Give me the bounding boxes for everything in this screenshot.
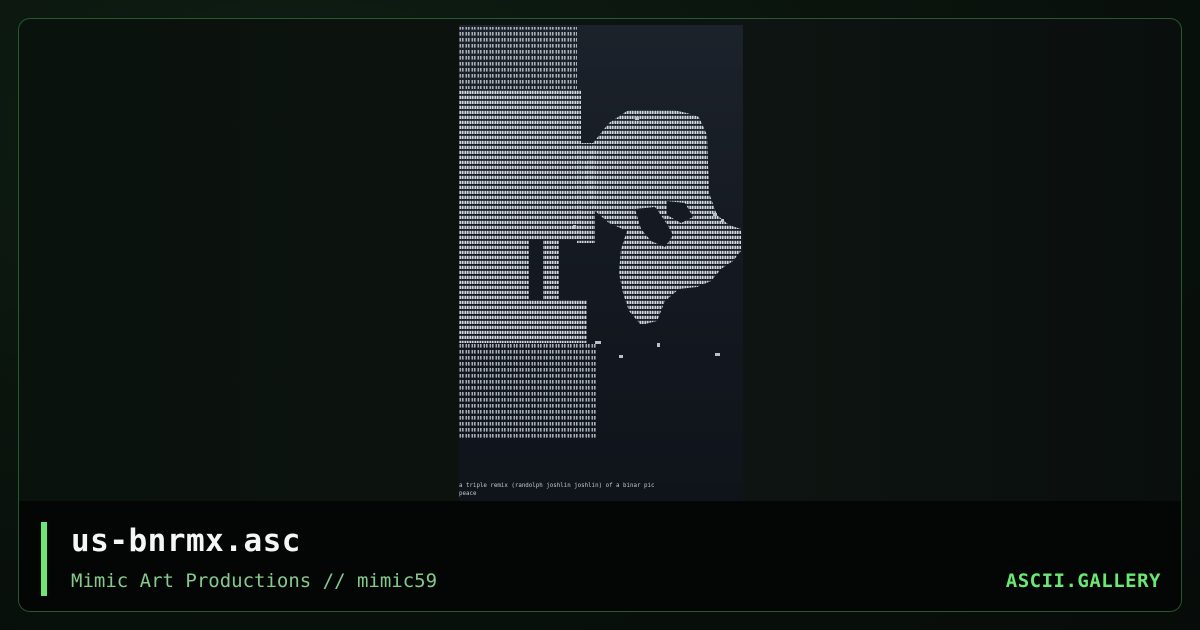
art-caption: a triple remix (randolph joshlin joshlin… [459, 482, 743, 498]
ascii-art-silhouette [459, 27, 741, 439]
site-brand-link[interactable]: ASCII.GALLERY [1006, 570, 1161, 592]
art-caption-line2: peace [459, 491, 477, 497]
head-silhouette [585, 109, 741, 325]
card-frame: a triple remix (randolph joshlin joshlin… [18, 18, 1182, 612]
left-column-body [459, 89, 595, 343]
info-footer: us-bnrmx.asc Mimic Art Productions // mi… [19, 501, 1181, 611]
artwork-title[interactable]: us-bnrmx.asc [71, 523, 301, 559]
art-caption-line1: a triple remix (randolph joshlin joshlin… [459, 483, 655, 489]
left-column-bottom [459, 343, 597, 439]
ascii-art-preview[interactable]: a triple remix (randolph joshlin joshlin… [459, 25, 743, 503]
accent-bar [41, 522, 47, 596]
left-column-top [459, 27, 577, 89]
artist-credit[interactable]: Mimic Art Productions // mimic59 [71, 570, 437, 592]
